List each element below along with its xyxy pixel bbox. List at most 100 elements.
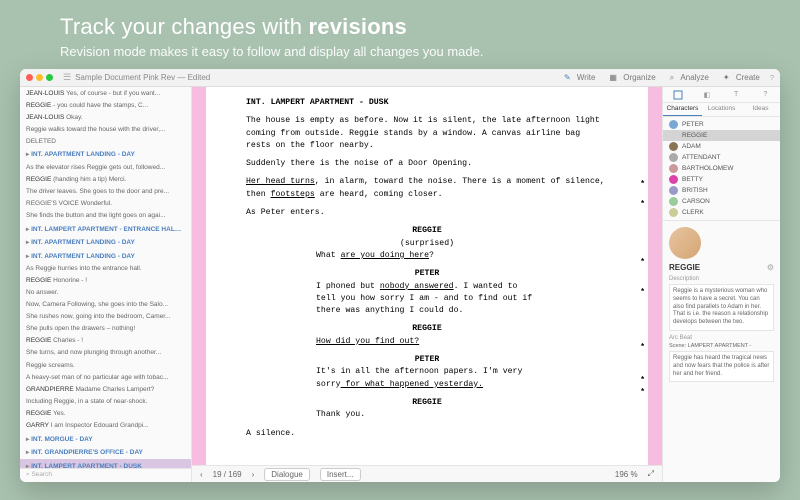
outline-line[interactable]: She pulls open the drawers – nothing!: [20, 323, 191, 335]
character-row[interactable]: CLERK: [663, 207, 780, 218]
character-cue: REGGIE: [246, 397, 608, 409]
tab-info[interactable]: ◧: [692, 87, 721, 102]
outline-line[interactable]: Now, Camera Following, she goes into the…: [20, 299, 191, 311]
character-row[interactable]: REGGIE: [663, 130, 780, 141]
outline-line[interactable]: JEAN-LOUIS Yes, of course - but if you w…: [20, 87, 191, 99]
outline-line[interactable]: She finds the button and the light goes …: [20, 209, 191, 221]
revision-mark-icon: *: [640, 387, 645, 399]
inspector-toggle-icon[interactable]: ?: [770, 73, 774, 82]
next-page-button[interactable]: ›: [252, 470, 255, 479]
outline-line[interactable]: She turns, and now plunging through anot…: [20, 347, 191, 359]
zoom-level[interactable]: 196 %: [615, 470, 638, 479]
character-row[interactable]: BETTY: [663, 174, 780, 185]
arc-beat-field[interactable]: Reggie has heard the tragical news and n…: [669, 351, 774, 382]
outline-line[interactable]: REGGIE - you could have the stamps, C...: [20, 99, 191, 111]
analyze-mode-button[interactable]: ⌕ Analyze: [670, 73, 709, 83]
character-label: BARTHOLOMEW: [682, 165, 734, 172]
window-title: Sample Document Pink Rev — Edited: [75, 73, 210, 82]
prev-page-button[interactable]: ‹: [200, 470, 203, 479]
outline-line[interactable]: DELETED: [20, 135, 191, 147]
create-mode-button[interactable]: ✦ Create: [723, 73, 760, 83]
character-label: BRITISH: [682, 187, 708, 194]
gear-icon[interactable]: ⚙: [767, 263, 774, 272]
tab-help[interactable]: ?: [751, 87, 780, 102]
outline-scene-heading[interactable]: INT. LAMPERT APARTMENT - ENTRANCE HALL -…: [20, 222, 191, 236]
avatar: [669, 164, 678, 173]
action-text: Her head turns, in alarm, toward the noi…: [246, 176, 608, 201]
action-text: A silence.: [246, 428, 608, 440]
scene-heading: INT. LAMPERT APARTMENT - DUSK: [246, 97, 608, 109]
avatar: [669, 153, 678, 162]
inspector-panel: ◧ T ? Characters Locations Ideas PETER RE…: [662, 87, 780, 482]
character-name: REGGIE ⚙: [669, 263, 774, 272]
outline-line[interactable]: She rushes now, going into the bedroom, …: [20, 311, 191, 323]
character-row[interactable]: ATTENDANT: [663, 152, 780, 163]
dialogue-text: I phoned but nobody answered. I wanted t…: [316, 281, 538, 318]
outline-panel: JEAN-LOUIS Yes, of course - but if you w…: [20, 87, 192, 482]
outline-scene-heading[interactable]: INT. APARTMENT LANDING - DAY: [20, 235, 191, 249]
close-icon[interactable]: [26, 74, 33, 81]
outline-scene-heading[interactable]: INT. GRANDPIERRE'S OFFICE - DAY: [20, 445, 191, 459]
outline-line[interactable]: REGGIE Charles - !: [20, 335, 191, 347]
script-page[interactable]: INT. LAMPERT APARTMENT - DUSK The house …: [192, 87, 662, 465]
outline-line[interactable]: REGGIE (handing him a tip) Merci.: [20, 173, 191, 185]
outline-line[interactable]: Including Reggie, in a state of near-sho…: [20, 395, 191, 407]
revision-mark-icon: *: [640, 342, 645, 354]
sidebar-toggle-icon[interactable]: ☰: [63, 72, 71, 83]
subtab-locations[interactable]: Locations: [702, 103, 741, 116]
write-mode-button[interactable]: ✎ Write: [564, 73, 595, 83]
tab-navigator[interactable]: [663, 87, 692, 102]
minimize-icon[interactable]: [36, 74, 43, 81]
revision-mark-icon: *: [640, 257, 645, 269]
character-row[interactable]: BARTHOLOMEW: [663, 163, 780, 174]
scene-ref: Scene: LAMPERT APARTMENT -: [669, 343, 774, 349]
outline-line[interactable]: REGGIE Yes.: [20, 407, 191, 419]
outline-line[interactable]: As the elevator rises Reggie gets out, f…: [20, 161, 191, 173]
character-cue: REGGIE: [246, 225, 608, 237]
outline-scene-heading[interactable]: INT. APARTMENT LANDING - DAY: [20, 147, 191, 161]
tab-text[interactable]: T: [722, 87, 751, 102]
outline-line[interactable]: As Reggie hurries into the entrance hall…: [20, 262, 191, 274]
outline-line[interactable]: REGGIE Honorine - !: [20, 274, 191, 286]
subtab-ideas[interactable]: Ideas: [741, 103, 780, 116]
character-row[interactable]: ADAM: [663, 141, 780, 152]
avatar: [669, 131, 678, 140]
character-list: PETER REGGIE ADAM ATTENDANT BARTHOLOMEW BETTY…: [663, 117, 780, 220]
outline-search[interactable]: ⌕ Search: [20, 468, 191, 482]
outline-line[interactable]: JEAN-LOUIS Okay.: [20, 111, 191, 123]
outline-line[interactable]: The driver leaves. She goes to the door …: [20, 185, 191, 197]
app-window: ☰ Sample Document Pink Rev — Edited ✎ Wr…: [20, 69, 780, 482]
avatar: [669, 186, 678, 195]
character-label: CLERK: [682, 209, 704, 216]
outline-line[interactable]: No answer.: [20, 287, 191, 299]
character-label: REGGIE: [682, 132, 707, 139]
character-cue: PETER: [246, 268, 608, 280]
character-row[interactable]: CARSON: [663, 196, 780, 207]
page-indicator: 19 / 169: [213, 470, 242, 479]
character-label: BETTY: [682, 176, 703, 183]
description-field[interactable]: Reggie is a mysterious woman who seems t…: [669, 284, 774, 331]
outline-line[interactable]: Reggie walks toward the house with the d…: [20, 123, 191, 135]
action-text: Suddenly there is the noise of a Door Op…: [246, 158, 608, 170]
outline-line[interactable]: REGGIE'S VOICE Wonderful.: [20, 197, 191, 209]
organize-mode-button[interactable]: ▦ Organize: [609, 73, 655, 83]
zoom-icon[interactable]: [46, 74, 53, 81]
element-type-select[interactable]: Dialogue: [264, 468, 310, 481]
subtab-characters[interactable]: Characters: [663, 103, 702, 116]
character-label: ADAM: [682, 143, 701, 150]
outline-scene-heading[interactable]: INT. APARTMENT LANDING - DAY: [20, 249, 191, 263]
insert-select[interactable]: Insert...: [320, 468, 361, 481]
outline-line[interactable]: Reggie screams.: [20, 359, 191, 371]
character-cue: PETER: [246, 354, 608, 366]
outline-scene-heading[interactable]: INT. MORGUE - DAY: [20, 432, 191, 446]
outline-line[interactable]: A heavy-set man of no particular age wit…: [20, 371, 191, 383]
character-label: CARSON: [682, 198, 710, 205]
expand-icon[interactable]: ⤢: [648, 469, 654, 479]
character-row[interactable]: BRITISH: [663, 185, 780, 196]
character-label: ATTENDANT: [682, 154, 721, 161]
outline-line[interactable]: GRANDPIERRE Madame Charles Lampert?: [20, 383, 191, 395]
label: Arc Beat: [669, 335, 774, 341]
character-row[interactable]: PETER: [663, 119, 780, 130]
outline-line[interactable]: GARRY I am Inspector Edouard Grandpi...: [20, 420, 191, 432]
dialogue-text: What are you doing here?: [316, 250, 538, 262]
